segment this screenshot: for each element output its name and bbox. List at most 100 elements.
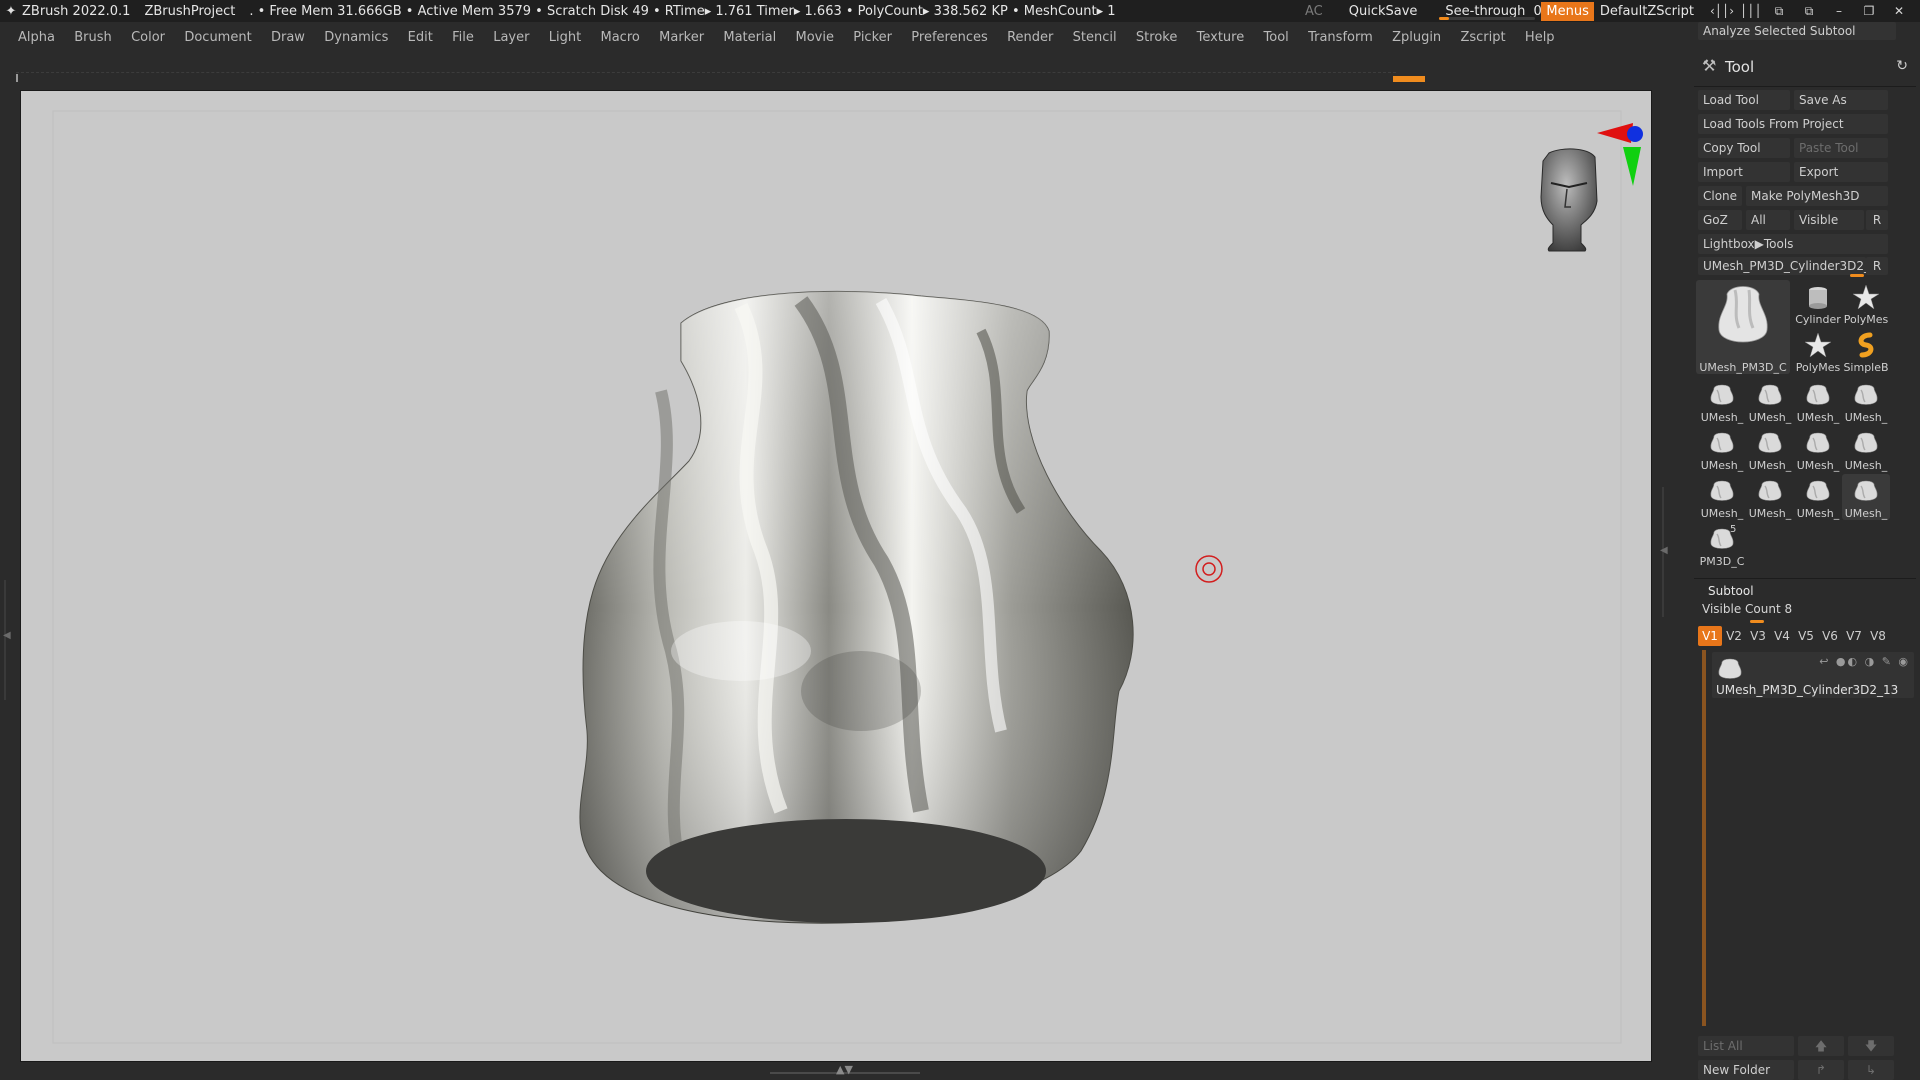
close-icon[interactable]: ✕ (1890, 4, 1908, 18)
subtool-list-scrollbar[interactable] (1702, 650, 1706, 1026)
visibility-tab-v2[interactable]: V2 (1722, 626, 1746, 646)
menu-color[interactable]: Color (131, 30, 165, 45)
current-tool-slider-knob[interactable] (1850, 274, 1864, 277)
timeline-marker[interactable] (1393, 76, 1425, 82)
tool-thumbnail[interactable]: UMesh_ (1794, 378, 1842, 424)
visibility-tab-v4[interactable]: V4 (1770, 626, 1794, 646)
menu-draw[interactable]: Draw (271, 30, 305, 45)
menu-dynamics[interactable]: Dynamics (324, 30, 388, 45)
quicksave-button[interactable]: QuickSave (1349, 4, 1418, 19)
restore-icon[interactable]: ❐ (1860, 4, 1878, 18)
menu-macro[interactable]: Macro (601, 30, 640, 45)
tool-thumbnail[interactable]: PolyMes (1842, 280, 1890, 326)
load-tool-button[interactable]: Load Tool (1698, 90, 1790, 110)
tool-thumbnail[interactable]: Cylinder (1794, 280, 1842, 326)
menu-texture[interactable]: Texture (1197, 30, 1245, 45)
tool-thumbnail[interactable]: UMesh_ (1746, 474, 1794, 520)
menu-material[interactable]: Material (723, 30, 776, 45)
tool-thumbnail[interactable]: UMesh_ (1842, 474, 1890, 520)
tool-thumbnail[interactable]: UMesh_ (1746, 426, 1794, 472)
subtool-visibility-controls[interactable]: ↩ ●◐ ◑ ✎ ◉ (1819, 655, 1910, 668)
goz-all-button[interactable]: All (1746, 210, 1790, 230)
list-all-button[interactable]: List All (1698, 1036, 1794, 1056)
menu-preferences[interactable]: Preferences (911, 30, 987, 45)
ac-toggle[interactable]: AC (1305, 4, 1323, 19)
minimize-icon[interactable]: – (1830, 4, 1848, 18)
current-tool-slider[interactable]: UMesh_PM3D_Cylinder3D2_1 (1698, 257, 1866, 275)
goz-button[interactable]: GoZ (1698, 210, 1742, 230)
menu-light[interactable]: Light (549, 30, 581, 45)
menu-zscript[interactable]: Zscript (1460, 30, 1505, 45)
default-zscript-button[interactable]: DefaultZScript (1600, 4, 1694, 19)
menu-edit[interactable]: Edit (408, 30, 433, 45)
timeline-track[interactable] (16, 72, 1396, 73)
tool-thumbnail[interactable]: UMesh_ (1794, 426, 1842, 472)
new-folder-button[interactable]: New Folder (1698, 1060, 1794, 1080)
layout2-icon[interactable]: ⧉ (1800, 4, 1818, 19)
menu-alpha[interactable]: Alpha (18, 30, 55, 45)
visibility-tab-v8[interactable]: V8 (1866, 626, 1890, 646)
visibility-tab-v1[interactable]: V1 (1698, 626, 1722, 646)
layout-icon[interactable]: ⧉ (1770, 4, 1788, 19)
subtool-item[interactable]: ↩ ●◐ ◑ ✎ ◉ UMesh_PM3D_Cylinder3D2_13 (1712, 652, 1914, 698)
menu-layer[interactable]: Layer (493, 30, 529, 45)
menu-brush[interactable]: Brush (74, 30, 112, 45)
bottom-tray-arrow-icon[interactable]: ▲▼ (836, 1063, 853, 1076)
menu-zplugin[interactable]: Zplugin (1392, 30, 1441, 45)
brush-size-icon[interactable]: ‹││› (1710, 4, 1734, 18)
menu-file[interactable]: File (452, 30, 474, 45)
gizmo-z-axis[interactable] (1627, 126, 1643, 142)
tool-thumbnail[interactable]: SimpleB (1842, 328, 1890, 374)
left-tray-arrow-icon[interactable]: ◀ (3, 630, 11, 641)
document-canvas[interactable] (20, 90, 1652, 1062)
menu-document[interactable]: Document (184, 30, 251, 45)
visibility-tab-v3[interactable]: V3 (1746, 626, 1770, 646)
goz-visible-button[interactable]: Visible (1794, 210, 1864, 230)
make-polymesh3d-button[interactable]: Make PolyMesh3D (1746, 186, 1888, 206)
menu-movie[interactable]: Movie (795, 30, 833, 45)
vase-mesh[interactable] (579, 290, 1134, 924)
subtool-header[interactable]: Subtool (1708, 584, 1754, 598)
gizmo-y-axis[interactable] (1623, 147, 1641, 186)
load-tools-from-project-button[interactable]: Load Tools From Project (1698, 114, 1888, 134)
menu-transform[interactable]: Transform (1308, 30, 1373, 45)
menu-stroke[interactable]: Stroke (1136, 30, 1177, 45)
lightbox-tools-button[interactable]: Lightbox▶Tools (1698, 234, 1888, 254)
clone-button[interactable]: Clone (1698, 186, 1742, 206)
menus-toggle[interactable]: Menus (1541, 1, 1594, 21)
visibility-tab-v5[interactable]: V5 (1794, 626, 1818, 646)
tool-thumbnail[interactable]: UMesh_ (1698, 474, 1746, 520)
tool-thumbnail[interactable]: UMesh_ (1842, 378, 1890, 424)
tool-thumbnail[interactable]: PolyMes (1794, 328, 1842, 374)
import-button[interactable]: Import (1698, 162, 1790, 182)
goz-r-button[interactable]: R (1866, 210, 1888, 230)
right-tray-arrow-icon[interactable]: ◀ (1660, 545, 1668, 556)
menu-tool[interactable]: Tool (1264, 30, 1289, 45)
visibility-tab-v6[interactable]: V6 (1818, 626, 1842, 646)
menu-stencil[interactable]: Stencil (1073, 30, 1117, 45)
folder-redo-icon[interactable]: ↱ (1798, 1060, 1844, 1080)
copy-tool-button[interactable]: Copy Tool (1698, 138, 1790, 158)
export-button[interactable]: Export (1794, 162, 1888, 182)
tool-thumbnail[interactable]: UMesh_ (1698, 378, 1746, 424)
spectrum-icon[interactable]: │││ (1740, 4, 1762, 18)
tool-thumbnail[interactable]: UMesh_ (1698, 426, 1746, 472)
visible-count-slider-knob[interactable] (1750, 620, 1764, 623)
visibility-tab-v7[interactable]: V7 (1842, 626, 1866, 646)
move-down-icon[interactable]: 🡇 (1848, 1036, 1894, 1056)
project-name[interactable]: ZBrushProject (144, 4, 235, 19)
folder-indent-icon[interactable]: ↳ (1848, 1060, 1894, 1080)
see-through-slider[interactable]: See-through 0 (1439, 0, 1542, 22)
analyze-selected-subtool-button[interactable]: Analyze Selected Subtool (1698, 22, 1896, 40)
current-tool-r-button[interactable]: R (1866, 257, 1888, 275)
visible-count-slider[interactable]: Visible Count 8 (1702, 602, 1792, 616)
orientation-gizmo[interactable] (1540, 123, 1643, 252)
tool-thumbnail[interactable]: UMesh_ (1794, 474, 1842, 520)
paste-tool-button[interactable]: Paste Tool (1794, 138, 1888, 158)
tool-thumbnail[interactable]: PM3D_C 5 (1698, 522, 1746, 568)
tool-palette-header[interactable]: ⚒ Tool ↻ (1690, 54, 1920, 82)
menu-help[interactable]: Help (1525, 30, 1555, 45)
tool-thumbnail[interactable]: UMesh_ (1842, 426, 1890, 472)
save-as-button[interactable]: Save As (1794, 90, 1888, 110)
menu-picker[interactable]: Picker (853, 30, 892, 45)
